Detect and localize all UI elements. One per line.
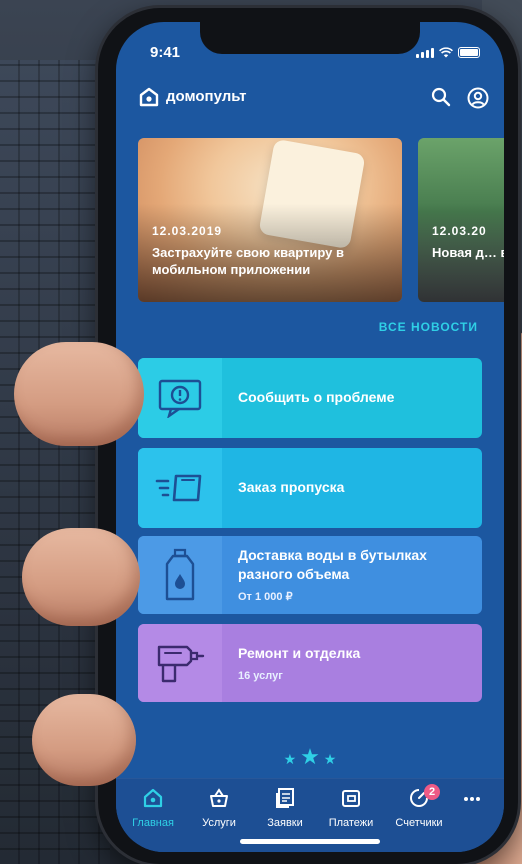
pass-icon (138, 448, 222, 528)
more-icon (464, 797, 480, 801)
tab-label: Счетчики (395, 817, 443, 829)
service-subtitle: 16 услуг (238, 670, 283, 682)
tab-services[interactable]: Услуги (188, 787, 250, 831)
news-title: Застрахуйте свою квартиру в мобильном пр… (152, 245, 344, 277)
home-icon (143, 788, 163, 808)
service-title: Ремонт и отделка (238, 645, 361, 661)
all-news-link[interactable]: ВСЕ НОВОСТИ (379, 320, 478, 334)
drill-icon (138, 624, 222, 702)
tab-home[interactable]: Главная (122, 787, 184, 831)
service-pass-order[interactable]: Заказ пропуска (138, 448, 482, 528)
water-bottle-icon (138, 536, 222, 614)
service-title: Доставка воды в бутылках разного объема (238, 547, 427, 582)
tab-meters[interactable]: 2 Счетчики (388, 784, 450, 831)
requests-icon (276, 788, 294, 808)
app-header: домопульт (116, 80, 504, 116)
tab-label: Услуги (202, 817, 236, 829)
service-water-delivery[interactable]: Доставка воды в бутылках разного объема … (138, 536, 482, 614)
tab-more[interactable] (450, 787, 494, 813)
news-date: 12.03.2019 (152, 224, 223, 238)
logo-icon (139, 87, 159, 107)
tab-label: Главная (132, 817, 174, 829)
news-title: Новая д… в нашем… (432, 245, 504, 260)
basket-icon (210, 788, 228, 807)
service-renovation[interactable]: Ремонт и отделка 16 услуг (138, 624, 482, 702)
news-date: 12.03.20 (432, 224, 487, 238)
tab-requests[interactable]: Заявки (254, 787, 316, 831)
hand-finger (14, 342, 144, 446)
service-subtitle: От 1 000 ₽ (238, 591, 293, 603)
tab-payments[interactable]: Платежи (320, 787, 382, 831)
service-report-problem[interactable]: Сообщить о проблеме (138, 358, 482, 438)
battery-icon (458, 47, 480, 58)
news-card[interactable]: 12.03.20 Новая д… в нашем… (418, 138, 504, 302)
app-name: домопульт (166, 88, 247, 105)
status-bar: 9:41 (116, 44, 504, 64)
hand-finger (32, 694, 136, 786)
profile-icon[interactable] (466, 86, 490, 110)
wallet-icon (342, 790, 360, 807)
tab-label: Заявки (267, 817, 303, 829)
search-icon[interactable] (430, 86, 452, 108)
status-icons (416, 47, 480, 58)
pager-stars: ★ ★ ★ (283, 744, 337, 769)
status-time: 9:41 (150, 44, 181, 61)
wifi-icon (439, 47, 453, 58)
report-problem-icon (138, 358, 222, 438)
service-title: Заказ пропуска (238, 479, 345, 495)
service-title: Сообщить о проблеме (238, 389, 395, 405)
news-card[interactable]: 12.03.2019 Застрахуйте свою квартиру в м… (138, 138, 402, 302)
hand-finger (22, 528, 140, 626)
signal-icon (416, 48, 434, 58)
bottom-tab-bar: Главная Услуги Заявки Платежи 2 Счетчики (116, 778, 504, 852)
tab-label: Платежи (328, 817, 374, 829)
home-indicator (240, 839, 380, 844)
phone-screen: 9:41 домопульт 12.03.2019 Застрахуйте св… (116, 22, 504, 852)
news-carousel[interactable]: 12.03.2019 Застрахуйте свою квартиру в м… (138, 138, 504, 302)
meters-badge: 2 (424, 784, 440, 800)
